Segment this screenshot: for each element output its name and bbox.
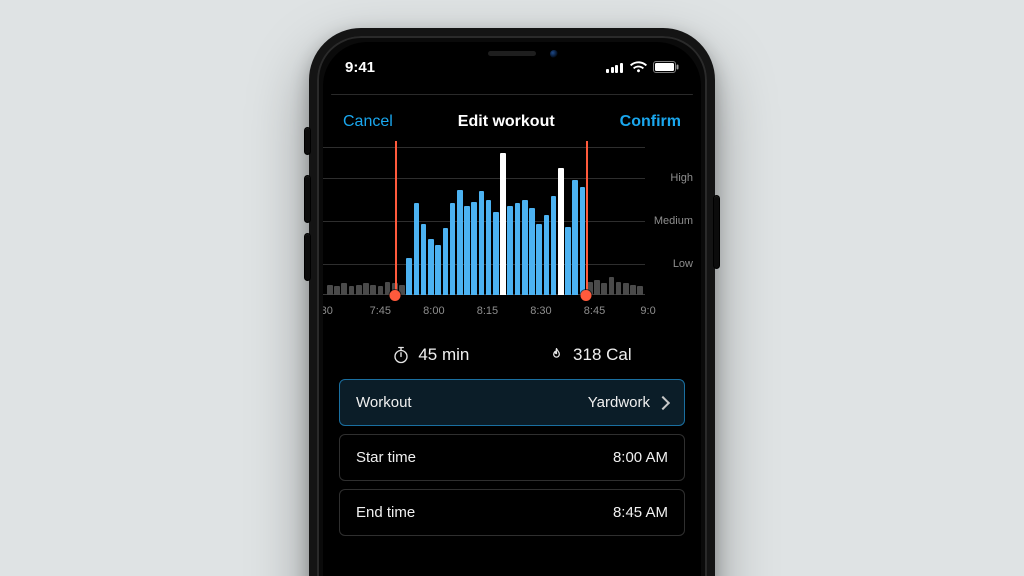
status-bar: 9:41 xyxy=(323,42,701,88)
calories-stat: 318 Cal xyxy=(548,345,632,365)
y-label-high: High xyxy=(670,172,693,184)
chart-bar xyxy=(414,203,420,295)
chart-bar xyxy=(536,224,542,295)
chart-bar xyxy=(356,285,362,295)
cellular-signal-icon xyxy=(606,61,624,73)
status-time: 9:41 xyxy=(345,59,375,76)
workout-row[interactable]: Workout Yardwork xyxy=(339,379,685,426)
chart-bar xyxy=(609,277,615,295)
wifi-icon xyxy=(630,61,647,73)
chart-plot[interactable] xyxy=(323,147,645,295)
duration-stat: 45 min xyxy=(392,345,469,365)
chart-bar xyxy=(515,203,521,295)
nav-bar: Cancel Edit workout Confirm xyxy=(323,99,701,145)
x-tick: 8:30 xyxy=(530,305,551,317)
volume-up-button xyxy=(305,176,310,222)
chart-bar xyxy=(370,285,376,295)
chevron-right-icon xyxy=(656,395,670,409)
chart-bar xyxy=(428,239,434,295)
detail-rows: Workout Yardwork Star time 8:00 AM End t… xyxy=(323,377,701,546)
chart-bar xyxy=(486,200,492,295)
page-title: Edit workout xyxy=(458,113,555,131)
workout-value: Yardwork xyxy=(588,394,650,411)
summary-row: 45 min 318 Cal xyxy=(323,327,701,377)
chart-bar xyxy=(327,285,333,295)
x-tick: 7:45 xyxy=(370,305,391,317)
chart-bar xyxy=(457,190,463,295)
silence-switch xyxy=(305,128,310,154)
x-tick: 30 xyxy=(323,305,333,317)
chart-bar xyxy=(565,227,571,295)
chart-bar xyxy=(558,168,564,295)
phone-frame: 9:41 C xyxy=(309,28,715,576)
chart-bar xyxy=(406,258,412,295)
x-axis: 30 7:45 8:00 8:15 8:30 8:45 9:0 xyxy=(323,305,701,327)
end-time-row[interactable]: End time 8:45 AM xyxy=(339,489,685,536)
chart-bar xyxy=(630,285,636,295)
chart-bar xyxy=(443,228,449,295)
chart-bar xyxy=(522,200,528,295)
chart-bar xyxy=(623,283,629,295)
start-time-row[interactable]: Star time 8:00 AM xyxy=(339,434,685,481)
chart-bar xyxy=(334,286,340,295)
x-tick: 8:00 xyxy=(423,305,444,317)
chart-bar xyxy=(601,283,607,295)
chart-bar xyxy=(493,212,499,295)
x-tick: 8:15 xyxy=(477,305,498,317)
start-time-label: Star time xyxy=(356,449,416,466)
cancel-button[interactable]: Cancel xyxy=(343,113,393,131)
chart-bar xyxy=(529,208,535,295)
battery-icon xyxy=(653,61,679,73)
selection-start-line xyxy=(395,141,397,297)
chart-bar xyxy=(572,180,578,295)
selection-start-handle[interactable] xyxy=(390,290,401,301)
volume-down-button xyxy=(305,234,310,280)
chart-bar xyxy=(464,206,470,295)
workout-label: Workout xyxy=(356,394,412,411)
selection-end-line xyxy=(586,141,588,297)
calories-value: 318 Cal xyxy=(573,345,632,365)
chart-bar xyxy=(363,283,369,295)
confirm-button[interactable]: Confirm xyxy=(620,113,681,131)
chart-bar xyxy=(479,191,485,295)
flame-icon xyxy=(548,346,565,364)
chart-bar xyxy=(378,286,384,295)
chart-bar xyxy=(637,286,643,295)
start-time-value: 8:00 AM xyxy=(613,449,668,466)
chart-bar xyxy=(421,224,427,295)
chart-bar xyxy=(616,282,622,295)
status-icons xyxy=(606,61,679,73)
chart-bar xyxy=(341,283,347,295)
chart-bar xyxy=(544,215,550,295)
screen: 9:41 C xyxy=(323,42,701,576)
chart-bar xyxy=(450,203,456,295)
chart-bar xyxy=(580,187,586,295)
x-tick: 9:0 xyxy=(640,305,655,317)
y-label-low: Low xyxy=(673,258,693,270)
end-time-value: 8:45 AM xyxy=(613,504,668,521)
bars-container xyxy=(325,147,645,295)
duration-value: 45 min xyxy=(418,345,469,365)
chart-bar xyxy=(594,280,600,295)
stopwatch-icon xyxy=(392,346,410,364)
x-tick: 8:45 xyxy=(584,305,605,317)
chart-bar xyxy=(500,153,506,295)
end-time-label: End time xyxy=(356,504,415,521)
intensity-chart[interactable]: High Medium Low xyxy=(323,147,701,295)
chart-bar xyxy=(551,196,557,295)
power-button xyxy=(714,196,719,268)
chart-bar xyxy=(349,286,355,295)
y-label-medium: Medium xyxy=(654,215,693,227)
chart-bar xyxy=(507,206,513,295)
chart-bar xyxy=(435,245,441,295)
selection-end-handle[interactable] xyxy=(581,290,592,301)
chart-bar xyxy=(471,202,477,295)
